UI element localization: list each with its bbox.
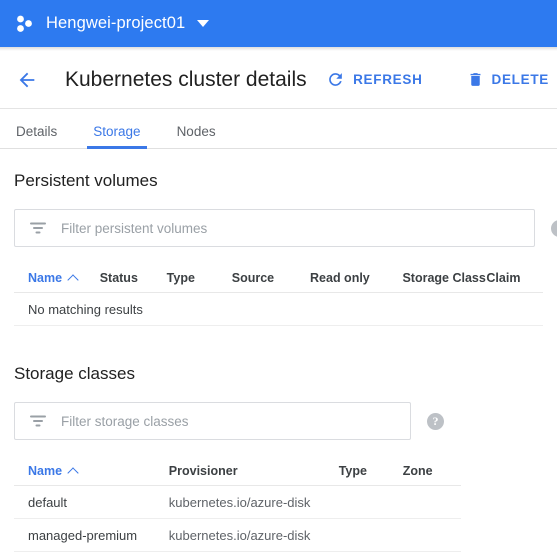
column-header-zone[interactable]: Zone <box>403 464 461 478</box>
page-content: Persistent volumes ? Name Status Type So… <box>0 171 557 552</box>
column-header-claim[interactable]: Claim <box>486 271 543 285</box>
refresh-button[interactable]: REFRESH <box>318 70 430 89</box>
top-app-bar: Hengwei-project01 <box>0 0 557 47</box>
refresh-icon <box>326 70 345 89</box>
project-selector[interactable]: Hengwei-project01 <box>12 4 215 44</box>
header-actions: REFRESH DELETE <box>318 51 557 108</box>
sort-ascending-icon <box>69 273 78 282</box>
tab-bar: Details Storage Nodes <box>0 109 557 149</box>
column-header-provisioner[interactable]: Provisioner <box>169 464 339 478</box>
trash-icon <box>467 71 484 88</box>
table-row[interactable]: default kubernetes.io/azure-disk <box>14 486 461 519</box>
persistent-volumes-filter-box[interactable] <box>14 209 535 247</box>
storage-classes-help-icon[interactable]: ? <box>427 412 444 430</box>
storage-classes-table: Name Provisioner Type Zone default kuber… <box>14 456 461 552</box>
sort-ascending-icon <box>69 466 78 475</box>
page-header: Kubernetes cluster details REFRESH DELET… <box>0 51 557 109</box>
filter-icon <box>29 412 47 430</box>
tab-nodes[interactable]: Nodes <box>175 124 218 148</box>
storage-classes-table-header: Name Provisioner Type Zone <box>14 456 461 486</box>
cell-provisioner: kubernetes.io/azure-disk <box>168 494 311 510</box>
persistent-volumes-table: Name Status Type Source Read only Storag… <box>14 263 543 326</box>
persistent-volumes-table-header: Name Status Type Source Read only Storag… <box>14 263 543 293</box>
storage-classes-filter-row: ? <box>14 402 543 440</box>
persistent-volumes-filter-input[interactable] <box>61 220 534 236</box>
cell-name: default <box>28 494 68 510</box>
delete-button[interactable]: DELETE <box>459 71 557 88</box>
column-header-source[interactable]: Source <box>232 271 310 285</box>
column-header-read-only[interactable]: Read only <box>310 271 402 285</box>
project-name-label: Hengwei-project01 <box>46 14 186 32</box>
chevron-down-icon[interactable] <box>197 20 210 27</box>
persistent-volumes-title: Persistent volumes <box>14 171 158 190</box>
storage-classes-filter-box[interactable] <box>14 402 411 440</box>
column-header-status[interactable]: Status <box>100 271 167 285</box>
column-header-type[interactable]: Type <box>339 464 403 478</box>
persistent-volumes-help-icon[interactable]: ? <box>551 219 557 237</box>
tab-storage[interactable]: Storage <box>87 124 147 149</box>
persistent-volumes-empty-row: No matching results <box>14 293 543 326</box>
column-header-name-label: Name <box>28 463 63 478</box>
column-header-name-label: Name <box>28 270 63 285</box>
column-header-name[interactable]: Name <box>28 271 100 285</box>
column-header-storage-class[interactable]: Storage Class <box>402 271 486 285</box>
column-header-type[interactable]: Type <box>167 271 232 285</box>
page-title: Kubernetes cluster details <box>65 67 307 91</box>
project-dots-icon <box>14 13 36 35</box>
arrow-left-icon <box>19 72 35 87</box>
persistent-volumes-filter-row: ? <box>14 209 557 247</box>
storage-classes-title: Storage classes <box>14 364 135 383</box>
refresh-label: REFRESH <box>353 72 423 87</box>
storage-classes-filter-input[interactable] <box>61 413 410 429</box>
tab-details[interactable]: Details <box>14 124 59 148</box>
cell-name: managed-premium <box>28 527 138 543</box>
cell-provisioner: kubernetes.io/azure-disk <box>168 527 311 543</box>
table-row[interactable]: managed-premium kubernetes.io/azure-disk <box>14 519 461 552</box>
column-header-name[interactable]: Name <box>28 464 169 478</box>
filter-icon <box>29 219 47 237</box>
delete-label: DELETE <box>491 72 549 87</box>
back-button[interactable] <box>12 65 42 95</box>
